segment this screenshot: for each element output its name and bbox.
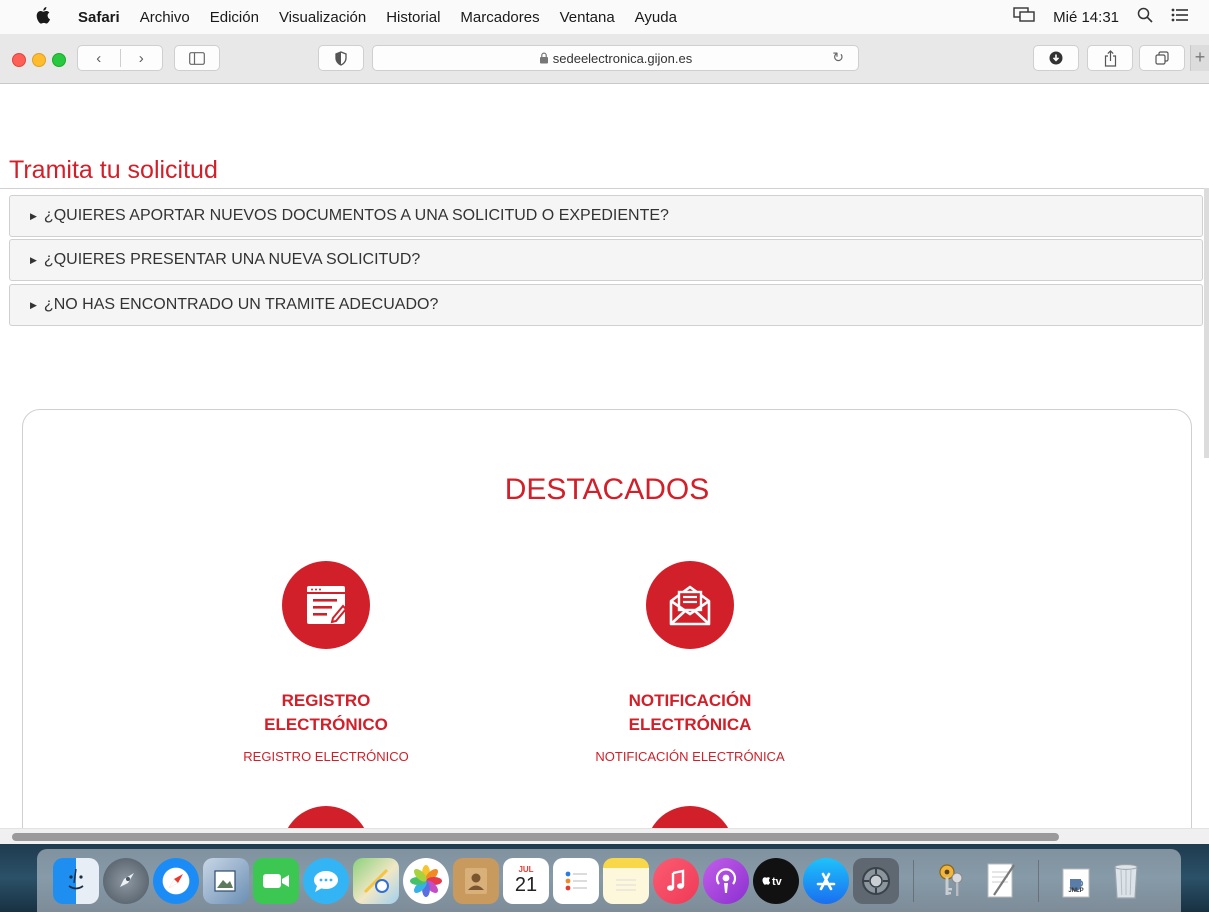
dock-separator [913,859,914,902]
destacados-panel: DESTACADOS REGISTRO ELECTRÓNICO REGISTRO… [22,409,1192,828]
app-store-icon[interactable] [803,857,849,904]
control-center-icon[interactable] [1171,8,1189,26]
podcasts-icon[interactable] [703,857,749,904]
caret-right-icon: ▶ [30,254,37,265]
card-title-line: ELECTRÓNICA [628,715,752,734]
airplay-display-icon[interactable] [1013,7,1035,27]
zoom-window-button[interactable] [52,53,66,67]
forward-button[interactable]: › [121,50,163,67]
history-nav-group: ‹ › [77,45,163,71]
downloads-button[interactable] [1033,45,1079,71]
preview-icon[interactable] [203,857,249,904]
reload-icon[interactable]: ↻ [832,49,844,66]
card-title-line: REGISTRO [281,691,371,710]
close-window-button[interactable] [12,53,26,67]
shield-icon [335,50,347,66]
accordion-nueva-solicitud[interactable]: ▶ ¿QUIERES PRESENTAR UNA NUEVA SOLICITUD… [9,239,1203,281]
finder-icon[interactable] [53,857,99,904]
calendar-day: 21 [514,874,538,896]
next-card-icon[interactable] [282,806,370,828]
share-icon [1104,49,1116,67]
accordion-aportar-documentos[interactable]: ▶ ¿QUIERES APORTAR NUEVOS DOCUMENTOS A U… [9,195,1203,237]
apple-icon[interactable] [36,6,56,29]
dock: JUL 21 tv JNLP [37,849,1181,912]
download-icon [1049,51,1063,65]
menu-bar: Safari Archivo Edición Visualización His… [0,0,1209,34]
card-title[interactable]: NOTIFICACIÓN ELECTRÓNICA [560,689,820,737]
maps-icon[interactable] [353,857,399,904]
contacts-icon[interactable] [453,857,499,904]
card-title[interactable]: REGISTRO ELECTRÓNICO [196,689,456,737]
messages-icon[interactable] [303,857,349,904]
accordion-label: ¿QUIERES PRESENTAR UNA NUEVA SOLICITUD? [43,251,421,268]
dock-separator [1038,859,1039,902]
caret-right-icon: ▶ [30,299,37,310]
photos-icon[interactable] [403,857,449,904]
destacados-title: DESTACADOS [504,473,710,506]
menu-marcadores[interactable]: Marcadores [460,9,539,26]
music-icon[interactable] [653,857,699,904]
keychain-icon[interactable] [928,858,974,904]
lock-icon [539,52,548,64]
sidebar-icon [189,51,205,65]
card-subtitle[interactable]: NOTIFICACIÓN ELECTRÓNICA [560,749,820,764]
form-edit-icon[interactable] [282,561,370,649]
menu-visualizacion[interactable]: Visualización [279,9,366,26]
facetime-icon[interactable] [253,857,299,904]
back-button[interactable]: ‹ [78,50,120,67]
textedit-icon[interactable] [978,858,1024,904]
menu-historial[interactable]: Historial [386,9,440,26]
system-preferences-icon[interactable] [853,857,899,904]
menu-app-name[interactable]: Safari [78,9,120,26]
sidebar-toggle-button[interactable] [174,45,220,71]
accordion-tramite-no-encontrado[interactable]: ▶ ¿NO HAS ENCONTRADO UN TRAMITE ADECUADO… [9,284,1203,326]
new-tab-button[interactable]: + [1190,45,1209,71]
jnlp-label: JNLP [1068,887,1084,894]
calendar-icon[interactable]: JUL 21 [503,857,549,904]
envelope-letter-icon[interactable] [646,561,734,649]
menu-ventana[interactable]: Ventana [560,9,615,26]
clock[interactable]: Mié 14:31 [1053,9,1119,26]
horizontal-scrollbar[interactable] [0,828,1209,844]
page-title: Tramita tu solicitud [9,156,218,184]
card-registro-electronico[interactable]: REGISTRO ELECTRÓNICO REGISTRO ELECTRÓNIC… [196,561,456,764]
share-button[interactable] [1087,45,1133,71]
web-page: Tramita tu solicitud ▶ ¿QUIERES APORTAR … [0,84,1209,828]
trash-icon[interactable] [1103,858,1149,904]
scrollbar-thumb[interactable] [12,833,1059,841]
card-title-line: NOTIFICACIÓN [628,691,752,710]
next-card-icon[interactable] [646,806,734,828]
jnlp-file-icon[interactable]: JNLP [1053,858,1099,904]
launchpad-icon[interactable] [103,857,149,904]
accordion-label: ¿NO HAS ENCONTRADO UN TRAMITE ADECUADO? [43,296,439,313]
browser-toolbar: ‹ › sedeelectronica.gijon.es ↻ + [0,34,1209,84]
url-text: sedeelectronica.gijon.es [552,50,693,66]
notes-icon[interactable] [603,857,649,904]
title-divider [0,188,1209,189]
card-notificacion-electronica[interactable]: NOTIFICACIÓN ELECTRÓNICA NOTIFICACIÓN EL… [560,561,820,764]
menu-ayuda[interactable]: Ayuda [635,9,677,26]
safari-icon[interactable] [153,857,199,904]
reminders-icon[interactable] [553,857,599,904]
tab-overview-icon [1155,51,1169,65]
caret-right-icon: ▶ [30,210,37,221]
apple-tv-icon[interactable]: tv [753,857,799,904]
privacy-report-button[interactable] [318,45,364,71]
accordion-label: ¿QUIERES APORTAR NUEVOS DOCUMENTOS A UNA… [43,207,669,224]
svg-text:tv: tv [772,876,783,888]
address-bar[interactable]: sedeelectronica.gijon.es ↻ [372,45,859,71]
card-subtitle[interactable]: REGISTRO ELECTRÓNICO [196,749,456,764]
card-title-line: ELECTRÓNICO [264,715,388,734]
calendar-month: JUL [518,865,534,874]
menu-edicion[interactable]: Edición [210,9,259,26]
vertical-scrollbar[interactable] [1204,188,1209,458]
spotlight-search-icon[interactable] [1137,7,1153,27]
tab-overview-button[interactable] [1139,45,1185,71]
minimize-window-button[interactable] [32,53,46,67]
menu-archivo[interactable]: Archivo [140,9,190,26]
